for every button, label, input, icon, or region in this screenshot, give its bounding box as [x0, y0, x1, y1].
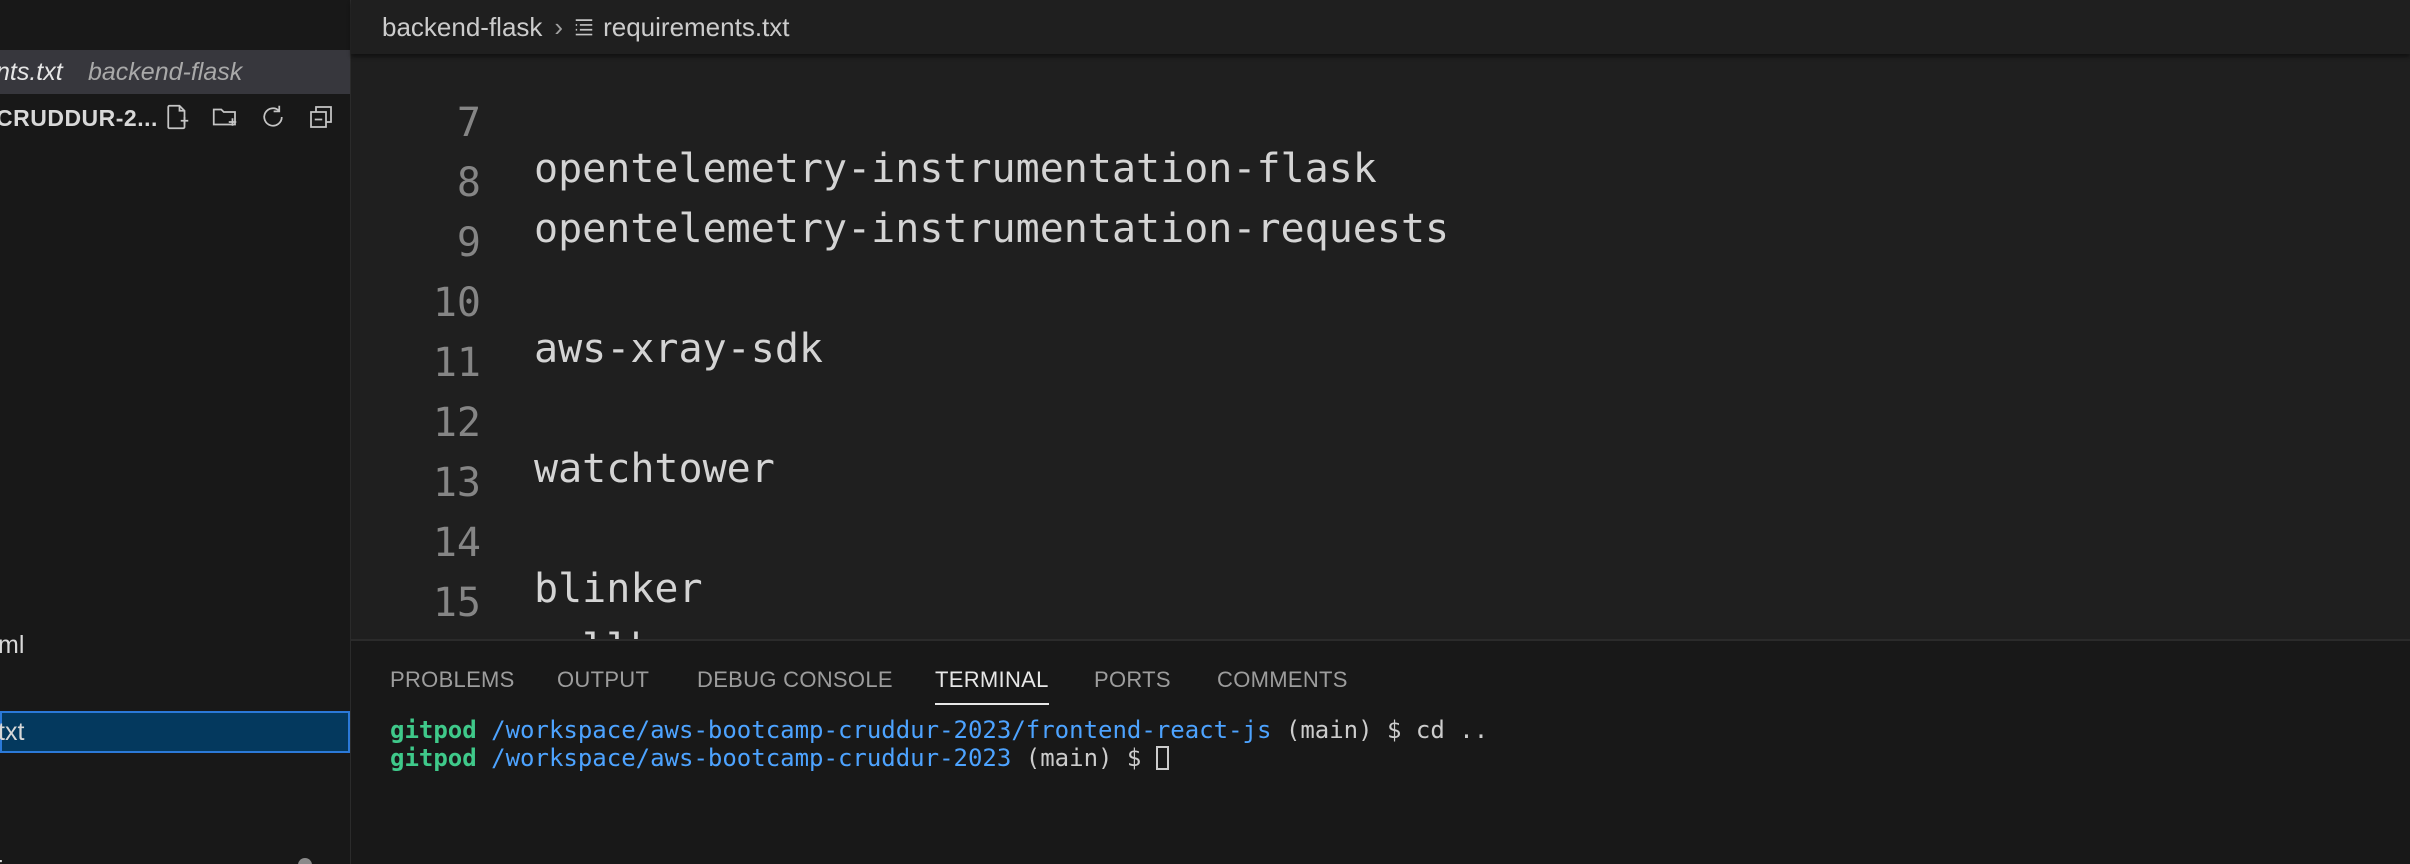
- refresh-icon[interactable]: [256, 100, 290, 134]
- tab-terminal[interactable]: TERMINAL: [935, 667, 1049, 705]
- code-line: 13: [351, 414, 2410, 506]
- open-editor-item[interactable]: nts.txt backend-flask: [0, 50, 350, 94]
- code-line: 11: [351, 294, 2410, 386]
- collapse-all-icon[interactable]: [304, 100, 338, 134]
- code-line: 8 opentelemetry-instrumentation-requests: [351, 114, 2410, 252]
- bottom-panel: PROBLEMS OUTPUT DEBUG CONSOLE TERMINAL P…: [351, 639, 2410, 864]
- tab-problems[interactable]: PROBLEMS: [390, 667, 515, 693]
- open-editor-folder: backend-flask: [88, 57, 243, 86]
- tree-item-label: ml: [0, 630, 25, 659]
- code-editor[interactable]: 7 opentelemetry-instrumentation-flask 8 …: [351, 54, 2410, 639]
- tab-comments[interactable]: COMMENTS: [1217, 667, 1348, 693]
- code-line: 12 watchtower: [351, 354, 2410, 492]
- explorer-sidebar: nts.txt backend-flask CRUDDUR-2... ml tx…: [0, 0, 351, 864]
- tab-output[interactable]: OUTPUT: [557, 667, 649, 693]
- code-line: 7 opentelemetry-instrumentation-flask: [351, 54, 2410, 192]
- new-file-icon[interactable]: [160, 100, 194, 134]
- terminal-line[interactable]: gitpod /workspace/aws-bootcamp-cruddur-2…: [390, 744, 1169, 772]
- chevron-right-icon: ›: [554, 11, 564, 42]
- tree-item-js[interactable]: js: [0, 830, 350, 864]
- open-editor-filename: nts.txt: [0, 57, 63, 86]
- terminal-line[interactable]: gitpod /workspace/aws-bootcamp-cruddur-2…: [390, 716, 1488, 744]
- line-number: 15: [432, 580, 481, 626]
- code-line: 14 blinker: [351, 474, 2410, 612]
- code-line: 15 rollbar: [351, 534, 2410, 639]
- new-folder-icon[interactable]: [208, 100, 242, 134]
- tree-item-label: txt: [0, 717, 25, 746]
- terminal-command: (main) $ cd ..: [1271, 716, 1489, 744]
- code-line: 10 aws-xray-sdk: [351, 234, 2410, 372]
- explorer-section-header[interactable]: CRUDDUR-2...: [0, 96, 350, 140]
- explorer-actions: [160, 100, 338, 134]
- terminal-cursor: [1155, 746, 1169, 770]
- terminal-prompt: (main) $: [1011, 744, 1156, 772]
- terminal-user: gitpod: [390, 716, 477, 744]
- panel-tabs: PROBLEMS OUTPUT DEBUG CONSOLE TERMINAL P…: [351, 641, 2410, 705]
- project-name: CRUDDUR-2...: [0, 104, 158, 131]
- breadcrumb-file[interactable]: requirements.txt: [603, 12, 789, 43]
- tab-debug-console[interactable]: DEBUG CONSOLE: [697, 667, 893, 693]
- line-text[interactable]: rollbar: [534, 626, 703, 639]
- tree-item-requirements-txt[interactable]: txt: [0, 711, 350, 753]
- tree-item-yml[interactable]: ml: [0, 624, 350, 666]
- breadcrumb-folder[interactable]: backend-flask: [382, 12, 542, 43]
- tab-ports[interactable]: PORTS: [1094, 667, 1171, 693]
- text-file-icon: [575, 19, 593, 36]
- vscode-window: nts.txt backend-flask CRUDDUR-2... ml tx…: [0, 0, 2410, 864]
- code-line: 9: [351, 174, 2410, 266]
- terminal-path: /workspace/aws-bootcamp-cruddur-2023: [491, 744, 1012, 772]
- breadcrumb: backend-flask › requirements.txt: [351, 0, 2410, 54]
- tree-item-label: js: [0, 856, 16, 864]
- terminal-path: /workspace/aws-bootcamp-cruddur-2023/fro…: [491, 716, 1272, 744]
- terminal-user: gitpod: [390, 744, 477, 772]
